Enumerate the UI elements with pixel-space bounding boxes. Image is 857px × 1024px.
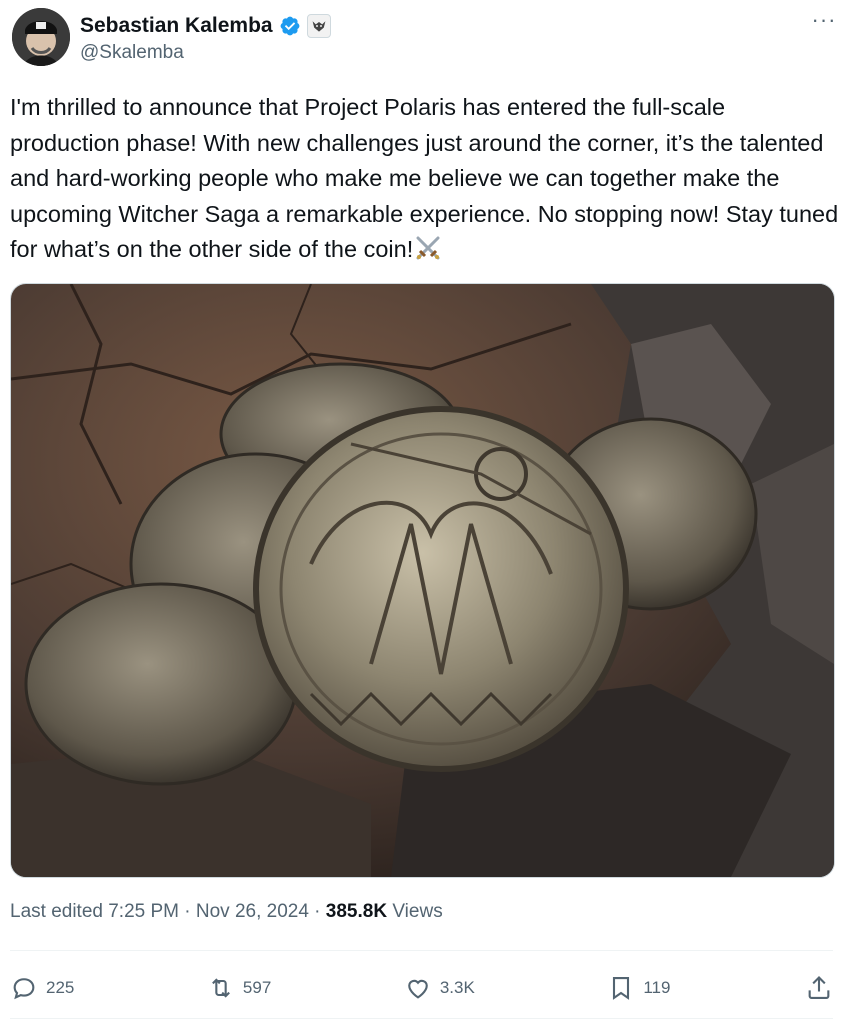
crossed-swords-icon xyxy=(413,233,443,263)
tweet-photo[interactable] xyxy=(10,283,835,878)
views-label: Views xyxy=(387,901,443,922)
views-count: 385.8K xyxy=(325,901,388,922)
heart-icon xyxy=(408,979,428,999)
verified-badge-icon[interactable] xyxy=(279,15,301,37)
divider-bottom xyxy=(10,1018,833,1019)
reply-count: 225 xyxy=(46,978,75,997)
repost-count: 597 xyxy=(242,978,272,997)
like-button[interactable]: 3.3K xyxy=(404,974,475,1002)
witcher-coins-photo xyxy=(11,284,834,877)
author-display-name[interactable]: Sebastian Kalemba xyxy=(80,14,273,38)
tweet-header: Sebastian Kalemba @Skalemba ··· xyxy=(12,8,842,72)
like-count: 3.3K xyxy=(439,978,475,997)
tweet-meta: Last edited 7:25 PM · Nov 26, 2024 · 385… xyxy=(10,901,443,923)
name-row: Sebastian Kalemba xyxy=(80,14,331,38)
action-bar: 225 597 3.3K 119 xyxy=(10,960,833,1016)
reply-button[interactable]: 225 xyxy=(10,974,74,1002)
bookmark-icon xyxy=(613,977,630,1000)
share-button[interactable] xyxy=(803,974,833,1002)
divider-top xyxy=(10,950,833,951)
more-options-button[interactable]: ··· xyxy=(806,9,842,38)
witcher-wolf-icon[interactable] xyxy=(306,14,331,38)
share-icon xyxy=(808,976,830,999)
bookmark-button[interactable]: 119 xyxy=(607,974,670,1002)
reply-icon xyxy=(13,978,35,1000)
author-avatar[interactable] xyxy=(12,8,70,66)
author-handle[interactable]: @Skalemba xyxy=(80,42,184,64)
repost-button[interactable]: 597 xyxy=(207,974,271,1002)
tweet-text: I'm thrilled to announce that Project Po… xyxy=(10,90,840,268)
bookmark-count: 119 xyxy=(643,978,671,997)
edited-timestamp[interactable]: Last edited 7:25 PM · Nov 26, 2024 · xyxy=(10,901,326,922)
repost-icon xyxy=(211,978,230,998)
